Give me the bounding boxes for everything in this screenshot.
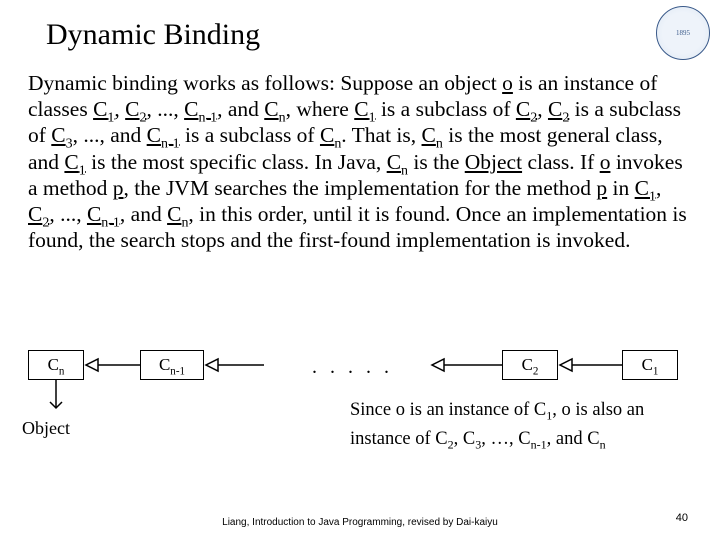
- var-c1: C1: [64, 150, 85, 174]
- var-cn: Cn: [167, 202, 188, 226]
- text: , and: [120, 202, 167, 226]
- slide-title: Dynamic Binding: [46, 18, 692, 52]
- footer-citation: Liang, Introduction to Java Programming,…: [0, 517, 720, 528]
- text: in: [607, 176, 634, 200]
- inherit-arrow-icon: [430, 354, 502, 376]
- text: is the: [408, 150, 465, 174]
- var-o: o: [600, 150, 611, 174]
- var-cn1: Cn-1: [87, 202, 120, 226]
- var-c2: C2: [28, 202, 49, 226]
- text: class. If: [522, 150, 600, 174]
- text: , where: [286, 97, 355, 121]
- var-c2: C2: [516, 97, 537, 121]
- var-o: o: [502, 71, 513, 95]
- text: , and: [217, 97, 264, 121]
- text: ,: [537, 97, 548, 121]
- text: Dynamic binding works as follows: Suppos…: [28, 71, 502, 95]
- var-cn: Cn: [320, 123, 341, 147]
- text: is the most specific class. In Java,: [86, 150, 387, 174]
- text: , ...,: [49, 202, 87, 226]
- object-class: Object: [465, 150, 522, 174]
- object-label: Object: [22, 418, 70, 439]
- var-cn: Cn: [422, 123, 443, 147]
- text: is a subclass of: [180, 123, 320, 147]
- text: is a subclass of: [376, 97, 516, 121]
- var-c1: C1: [635, 176, 656, 200]
- var-c1: C1: [93, 97, 114, 121]
- box-c1: C1: [622, 350, 678, 380]
- var-cn: Cn: [387, 150, 408, 174]
- inherit-arrow-icon: [558, 354, 622, 376]
- box-cn1: Cn-1: [140, 350, 204, 380]
- university-logo: 1895: [656, 6, 710, 60]
- var-p: p: [113, 176, 124, 200]
- box-c2: C2: [502, 350, 558, 380]
- box-cn: Cn: [28, 350, 84, 380]
- text: ,: [656, 176, 661, 200]
- body-paragraph: Dynamic binding works as follows: Suppos…: [28, 70, 692, 254]
- var-cn1: Cn-1: [147, 123, 180, 147]
- object-connector: [48, 380, 64, 416]
- text: . That is,: [341, 123, 421, 147]
- var-c1: C1: [354, 97, 375, 121]
- text: ,: [114, 97, 125, 121]
- inheritance-diagram: Cn Cn-1 C2 C1 . . . . . Object Since o i…: [22, 340, 698, 460]
- text: , the JVM searches the implementation fo…: [124, 176, 597, 200]
- var-p: p: [596, 176, 607, 200]
- var-c2: C2: [548, 97, 569, 121]
- var-c3: C3: [51, 123, 72, 147]
- ellipsis: . . . . .: [312, 356, 393, 379]
- page-number: 40: [676, 512, 688, 524]
- diagram-caption: Since o is an instance of C1, o is also …: [350, 396, 700, 453]
- var-c2: C2: [125, 97, 146, 121]
- text: , ..., and: [73, 123, 147, 147]
- var-cn1: Cn-1: [184, 97, 217, 121]
- text: , ...,: [146, 97, 184, 121]
- inherit-arrow-icon: [204, 354, 264, 376]
- inherit-arrow-icon: [84, 354, 140, 376]
- logo-year: 1895: [676, 30, 690, 37]
- var-cn: Cn: [264, 97, 285, 121]
